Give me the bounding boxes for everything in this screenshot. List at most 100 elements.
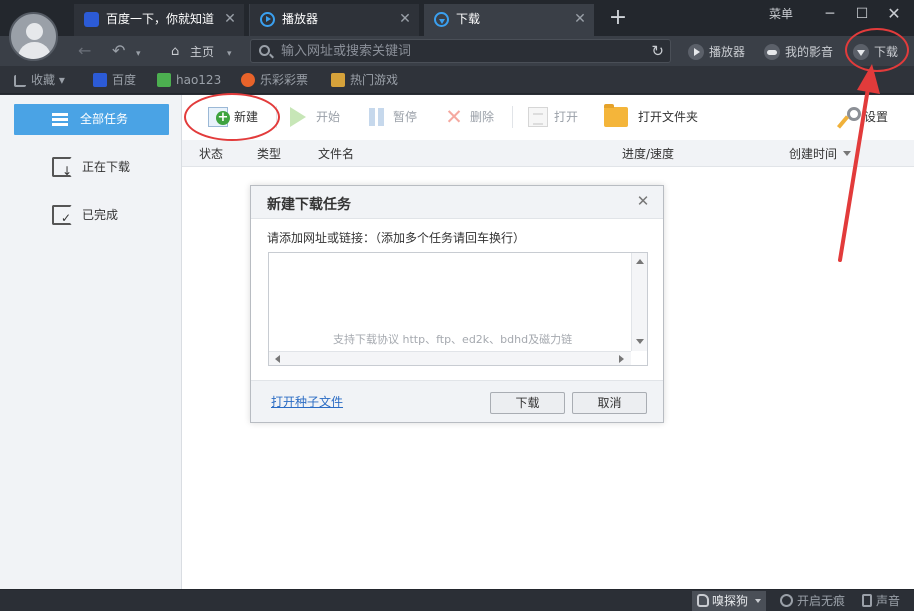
open-folder-label: 打开文件夹: [638, 110, 699, 124]
scroll-right-icon[interactable]: [619, 355, 624, 363]
close-window-button[interactable]: ✕: [882, 4, 906, 24]
annotation-ellipse-new: [184, 93, 280, 141]
eye-icon: [780, 594, 793, 607]
dialog-titlebar: 新建下载任务 ✕: [251, 186, 663, 219]
pause-button[interactable]: 暂停: [367, 107, 417, 127]
horizontal-scrollbar[interactable]: [269, 351, 631, 365]
sound-label: 声音: [876, 594, 901, 608]
delete-label: 删除: [470, 110, 495, 124]
open-button[interactable]: 打开: [528, 107, 578, 127]
player-icon: [260, 12, 275, 27]
home-icon[interactable]: ⌂: [171, 43, 179, 61]
tab-baidu[interactable]: 百度一下，你就知道 ✕: [74, 4, 244, 36]
scroll-left-icon[interactable]: [275, 355, 280, 363]
favorite-lottery[interactable]: 乐彩彩票: [241, 72, 308, 88]
divider: [512, 106, 513, 128]
sniffer-button[interactable]: 嗅探狗: [692, 591, 766, 611]
favorite-label: hao123: [176, 73, 222, 87]
sidebar-item-label: 全部任务: [80, 112, 129, 126]
cancel-button[interactable]: 取消: [572, 392, 647, 414]
start-button[interactable]: 开始: [290, 107, 340, 127]
incognito-toggle[interactable]: 开启无痕: [780, 593, 845, 609]
avatar-body: [18, 42, 51, 59]
sidebar-item-downloading[interactable]: 正在下载: [52, 157, 130, 181]
scroll-down-icon[interactable]: [636, 339, 644, 344]
dialog-title: 新建下载任务: [267, 197, 351, 213]
delete-icon: ✕: [445, 105, 463, 129]
open-file-icon: [528, 107, 548, 127]
minimize-button[interactable]: ─: [818, 4, 842, 24]
sidebar-item-all-tasks[interactable]: 全部任务: [14, 104, 169, 135]
refresh-icon[interactable]: ↻: [651, 42, 664, 60]
chevron-down-icon[interactable]: ▾: [136, 45, 141, 63]
url-input[interactable]: [281, 42, 641, 60]
my-videos-button[interactable]: 我的影音: [764, 43, 833, 60]
baidu-icon: [93, 73, 107, 87]
address-bar[interactable]: ↻: [250, 39, 671, 63]
lottery-icon: [241, 73, 255, 87]
dialog-footer: 打开种子文件 下载 取消: [251, 380, 663, 422]
sidebar: 全部任务 正在下载 已完成: [0, 95, 182, 589]
delete-button[interactable]: ✕ 删除: [444, 105, 495, 129]
column-progress[interactable]: 进度/速度: [622, 145, 674, 162]
favorite-hao123[interactable]: hao123: [157, 72, 221, 88]
completed-icon: [52, 205, 72, 228]
dog-icon: [697, 594, 709, 607]
status-bar: 嗅探狗 开启无痕 声音: [0, 589, 914, 611]
pause-label: 暂停: [393, 110, 418, 124]
task-list-header: 状态 类型 文件名 进度/速度 创建时间: [182, 140, 914, 167]
menu-button[interactable]: 菜单: [769, 5, 793, 22]
my-videos-label: 我的影音: [785, 45, 834, 59]
tab-close-icon[interactable]: ✕: [222, 4, 238, 34]
back-icon[interactable]: ←: [78, 42, 91, 60]
new-tab-button[interactable]: +: [606, 4, 630, 32]
column-status[interactable]: 状态: [199, 145, 223, 162]
baidu-icon: [84, 12, 99, 27]
list-icon: [52, 113, 68, 126]
avatar-head: [26, 23, 43, 40]
toolbar: 新建 开始 暂停 ✕ 删除 打开 打开文件夹 设置: [182, 95, 914, 140]
tab-close-icon[interactable]: ✕: [397, 4, 413, 34]
vertical-scrollbar[interactable]: [631, 253, 647, 351]
favorite-label: 热门游戏: [350, 73, 399, 87]
chevron-down-icon: [755, 599, 761, 603]
chevron-down-icon[interactable]: ▾: [227, 45, 232, 63]
sidebar-item-completed[interactable]: 已完成: [52, 205, 119, 228]
sidebar-item-label: 已完成: [82, 208, 119, 222]
column-type[interactable]: 类型: [257, 145, 281, 162]
tab-label: 百度一下，你就知道: [106, 12, 215, 26]
url-textarea[interactable]: [269, 253, 631, 351]
downloading-icon: [52, 157, 72, 181]
scroll-up-icon[interactable]: [636, 259, 644, 264]
tab-player[interactable]: 播放器 ✕: [249, 4, 419, 36]
play-icon: [290, 107, 306, 127]
dialog-prompt: 请添加网址或链接：（添加多个任务请回车换行）: [267, 231, 526, 245]
favorite-baidu[interactable]: 百度: [93, 72, 136, 88]
pause-icon: [367, 107, 387, 127]
download-button[interactable]: 下载: [490, 392, 565, 414]
open-label: 打开: [554, 110, 579, 124]
undo-icon[interactable]: ↶: [112, 42, 125, 60]
sniffer-label: 嗅探狗: [712, 594, 749, 608]
annotation-arrow: [838, 64, 880, 262]
tab-label: 下载: [456, 12, 481, 26]
open-folder-button[interactable]: 打开文件夹: [604, 104, 699, 127]
favorite-games[interactable]: 热门游戏: [331, 72, 398, 88]
download-icon: [434, 12, 449, 27]
maximize-button[interactable]: ☐: [850, 4, 874, 24]
sound-toggle[interactable]: 声音: [862, 593, 900, 609]
close-icon[interactable]: ✕: [634, 192, 652, 210]
open-torrent-link[interactable]: 打开种子文件: [271, 393, 343, 410]
incognito-label: 开启无痕: [797, 594, 846, 608]
search-icon: [259, 45, 270, 56]
favorites-menu[interactable]: 收藏 ▾: [14, 72, 65, 88]
column-filename[interactable]: 文件名: [318, 145, 354, 162]
play-icon: [688, 44, 704, 60]
new-download-dialog: 新建下载任务 ✕ 请添加网址或链接：（添加多个任务请回车换行） 打开种子文件 下…: [250, 185, 664, 423]
avatar[interactable]: [9, 12, 58, 61]
tab-close-icon[interactable]: ✕: [572, 4, 588, 34]
home-button[interactable]: 主页: [190, 43, 214, 60]
player-button[interactable]: 播放器: [688, 43, 745, 60]
favorites-label: 收藏 ▾: [31, 73, 65, 87]
tab-download[interactable]: 下载 ✕: [424, 4, 594, 36]
